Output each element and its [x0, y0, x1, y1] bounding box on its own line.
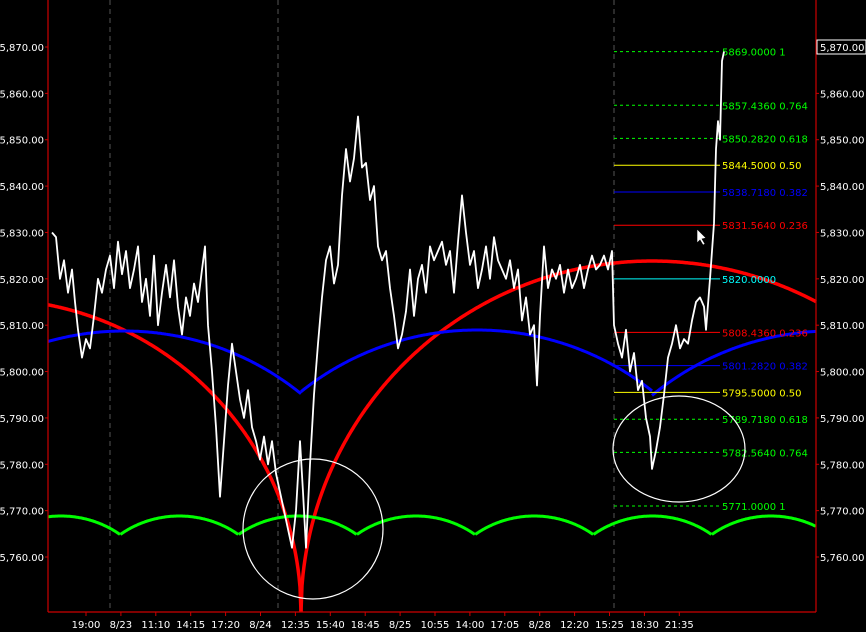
- fib-level-label: 5801.2820 0.382: [722, 362, 808, 373]
- y-tick-label: 5,770.00: [820, 507, 865, 518]
- y-tick-label: 5,800.00: [820, 368, 865, 379]
- y-tick-label: 5,800.00: [0, 368, 44, 379]
- x-tick-label: 8/23: [110, 620, 132, 631]
- y-tick-label: 5,760.00: [820, 553, 865, 564]
- y-tick-label: 5,780.00: [820, 460, 865, 471]
- fib-level-label: 5771.0000 1: [722, 502, 786, 513]
- fib-level-label: 5831.5640 0.236: [722, 221, 808, 232]
- fib-level-label: 5820.0000: [722, 275, 776, 286]
- y-tick-label: 5,830.00: [820, 228, 865, 239]
- y-tick-label: 5,850.00: [820, 136, 865, 147]
- y-tick-label: 5,870.00: [0, 43, 44, 54]
- y-tick-label: 5,770.00: [0, 507, 44, 518]
- x-tick-label: 15:25: [595, 620, 624, 631]
- x-tick-label: 21:35: [665, 620, 694, 631]
- chart: 5869.0000 1 5857.4360 0.764 5850.2820 0.61…: [0, 0, 866, 632]
- x-tick-label: 12:20: [560, 620, 589, 631]
- x-tick-label: 18:30: [630, 620, 659, 631]
- y-tick-label: 5,810.00: [820, 321, 865, 332]
- y-tick-label: 5,820.00: [820, 275, 865, 286]
- fib-level-label: 5838.7180 0.382: [722, 188, 808, 199]
- fib-level-label: 5857.4360 0.764: [722, 101, 808, 112]
- y-tick-label: 5,840.00: [820, 182, 865, 193]
- x-tick-label: 11:10: [141, 620, 170, 631]
- x-tick-label: 19:00: [72, 620, 101, 631]
- x-tick-label: 10:55: [421, 620, 450, 631]
- plot-background: [0, 0, 866, 632]
- y-tick-label: 5,860.00: [0, 89, 44, 100]
- y-tick-label: 5,850.00: [0, 136, 44, 147]
- fib-level-label: 5850.2820 0.618: [722, 134, 808, 145]
- last-price-label: 5,870.00: [820, 43, 865, 54]
- fib-level-label: 5795.5000 0.50: [722, 388, 802, 399]
- y-tick-label: 5,830.00: [0, 228, 44, 239]
- fib-level-label: 5782.5640 0.764: [722, 448, 808, 459]
- fib-level-label: 5844.5000 0.50: [722, 161, 802, 172]
- x-tick-label: 15:40: [316, 620, 345, 631]
- y-tick-label: 5,790.00: [0, 414, 44, 425]
- y-tick-label: 5,810.00: [0, 321, 44, 332]
- x-tick-label: 14:15: [176, 620, 205, 631]
- y-tick-label: 5,840.00: [0, 182, 44, 193]
- last-price-marker: 5,870.00: [816, 39, 866, 55]
- x-tick-label: 14:00: [455, 620, 484, 631]
- x-tick-label: 12:35: [281, 620, 310, 631]
- x-tick-label: 8/25: [389, 620, 411, 631]
- y-tick-label: 5,860.00: [820, 89, 865, 100]
- x-tick-label: 8/24: [249, 620, 271, 631]
- y-tick-label: 5,760.00: [0, 553, 44, 564]
- x-tick-label: 17:05: [490, 620, 519, 631]
- fib-level-label: 5869.0000 1: [722, 48, 786, 59]
- x-tick-label: 17:20: [211, 620, 240, 631]
- y-tick-label: 5,780.00: [0, 460, 44, 471]
- y-tick-label: 5,820.00: [0, 275, 44, 286]
- x-tick-label: 8/28: [528, 620, 550, 631]
- y-tick-label: 5,790.00: [820, 414, 865, 425]
- x-tick-label: 18:45: [351, 620, 380, 631]
- fib-level-label: 5808.4360 0.236: [722, 328, 808, 339]
